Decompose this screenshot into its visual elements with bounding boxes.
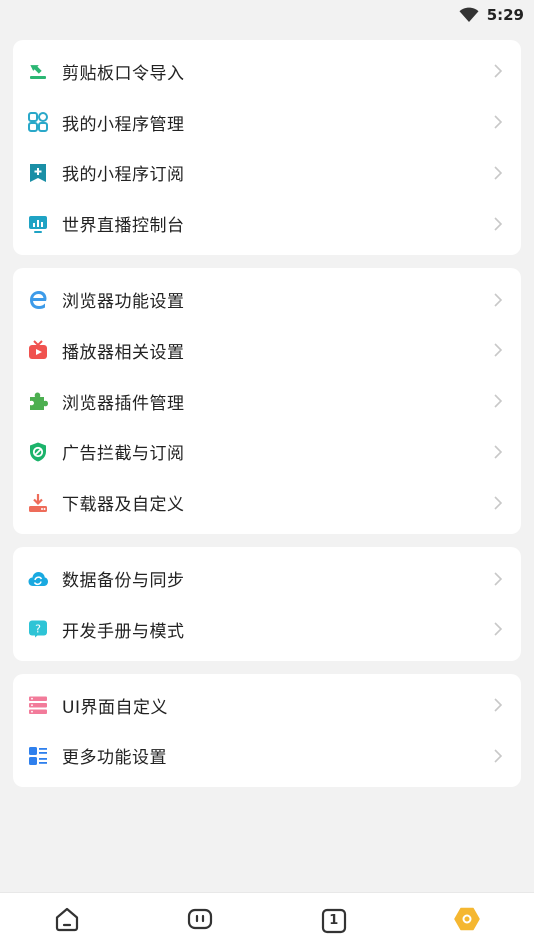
chevron-right-icon — [494, 166, 503, 180]
chevron-right-icon — [494, 394, 503, 408]
wifi-icon — [459, 7, 479, 23]
chevron-right-icon — [494, 496, 503, 510]
clock: 5:29 — [486, 6, 524, 24]
menu-group-1: 剪贴板口令导入 我的小程序管理 我的小程序订阅 世界直播控制台 — [13, 40, 521, 256]
menu-item-browser-settings[interactable]: 浏览器功能设置 — [13, 274, 521, 325]
menu-item-downloader[interactable]: 下载器及自定义 — [13, 477, 521, 528]
tv-player-icon — [27, 339, 49, 361]
mini-program-grid-icon — [27, 111, 49, 133]
cloud-sync-icon — [27, 568, 49, 590]
home-icon — [53, 905, 81, 937]
menu-group-3: 数据备份与同步 ? 开发手册与模式 — [13, 547, 521, 661]
ai-bot-icon — [186, 905, 214, 937]
settings-hex-icon — [453, 905, 481, 937]
tab-count: 1 — [329, 913, 339, 928]
nav-ai-button[interactable] — [170, 898, 230, 944]
chevron-right-icon — [494, 749, 503, 763]
menu-item-label: 浏览器功能设置 — [62, 292, 185, 313]
menu-item-label: 我的小程序管理 — [62, 114, 185, 135]
download-tray-icon — [27, 492, 49, 514]
menu-item-label: 世界直播控制台 — [62, 216, 185, 237]
menu-item-label: 剪贴板口令导入 — [62, 63, 185, 84]
menu-item-more-settings[interactable]: 更多功能设置 — [13, 731, 521, 782]
nav-settings-button[interactable] — [437, 898, 497, 944]
menu-item-ui-customize[interactable]: UI界面自定义 — [13, 680, 521, 731]
chevron-right-icon — [494, 293, 503, 307]
help-bubble-icon: ? — [27, 618, 49, 640]
menu-item-dev-manual[interactable]: ? 开发手册与模式 — [13, 604, 521, 655]
menu-group-2: 浏览器功能设置 播放器相关设置 浏览器插件管理 广告拦截与订阅 下载器及自定义 — [13, 268, 521, 535]
menu-item-label: 更多功能设置 — [62, 748, 167, 769]
menu-item-player-settings[interactable]: 播放器相关设置 — [13, 325, 521, 376]
menu-item-label: 开发手册与模式 — [62, 621, 185, 642]
subscribe-bookmark-icon — [27, 162, 49, 184]
chevron-right-icon — [494, 445, 503, 459]
ui-layers-icon — [27, 694, 49, 716]
ad-block-shield-icon — [27, 441, 49, 463]
menu-group-4: UI界面自定义 更多功能设置 — [13, 673, 521, 788]
tabs-count-icon: 1 — [321, 908, 347, 934]
bottom-nav: 1 — [0, 892, 534, 949]
menu-item-ad-block[interactable]: 广告拦截与订阅 — [13, 427, 521, 478]
menu-item-live-console[interactable]: 世界直播控制台 — [13, 198, 521, 249]
status-bar: 5:29 — [0, 0, 534, 30]
svg-text:?: ? — [35, 623, 41, 636]
menu-item-label: 播放器相关设置 — [62, 342, 185, 363]
menu-item-plugin-manage[interactable]: 浏览器插件管理 — [13, 376, 521, 427]
chevron-right-icon — [494, 343, 503, 357]
chevron-right-icon — [494, 115, 503, 129]
clipboard-import-icon — [27, 60, 49, 82]
list-settings-icon — [27, 745, 49, 767]
menu-item-mini-program-manage[interactable]: 我的小程序管理 — [13, 97, 521, 148]
menu-item-label: 下载器及自定义 — [62, 495, 185, 516]
chevron-right-icon — [494, 622, 503, 636]
puzzle-plugin-icon — [27, 390, 49, 412]
menu-item-label: UI界面自定义 — [62, 697, 168, 718]
menu-item-label: 浏览器插件管理 — [62, 393, 185, 414]
chevron-right-icon — [494, 698, 503, 712]
settings-menu: 剪贴板口令导入 我的小程序管理 我的小程序订阅 世界直播控制台 浏览器功能设置 … — [0, 30, 534, 788]
nav-home-button[interactable] — [37, 898, 97, 944]
chevron-right-icon — [494, 217, 503, 231]
chevron-right-icon — [494, 64, 503, 78]
menu-item-clipboard-import[interactable]: 剪贴板口令导入 — [13, 46, 521, 97]
menu-item-backup-sync[interactable]: 数据备份与同步 — [13, 553, 521, 604]
menu-item-label: 我的小程序订阅 — [62, 165, 185, 186]
menu-item-mini-program-subscribe[interactable]: 我的小程序订阅 — [13, 148, 521, 199]
menu-item-label: 数据备份与同步 — [62, 571, 185, 592]
live-monitor-icon — [27, 213, 49, 235]
browser-e-icon — [27, 289, 49, 311]
chevron-right-icon — [494, 571, 503, 586]
nav-tabs-button[interactable]: 1 — [304, 898, 364, 944]
menu-item-label: 广告拦截与订阅 — [62, 444, 185, 465]
